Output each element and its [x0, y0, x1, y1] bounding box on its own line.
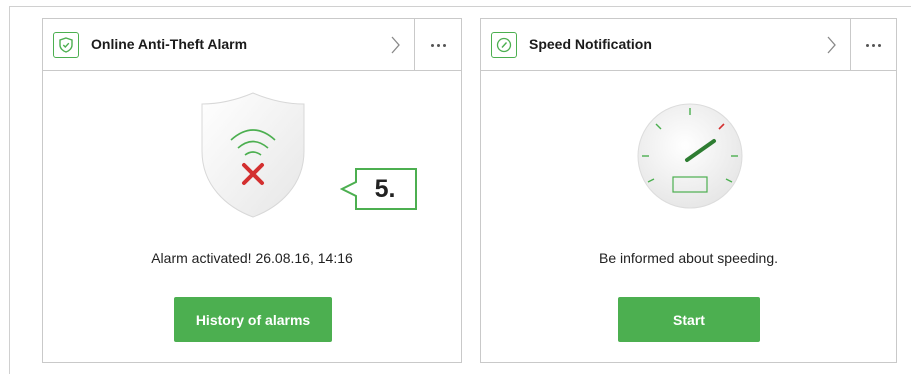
chevron-right-icon[interactable] [385, 34, 405, 56]
speed-notification-card: Speed Notification Be informed about spe… [480, 18, 897, 363]
speedometer-icon [491, 32, 517, 58]
more-dots-icon [865, 43, 881, 47]
speed-status-text: Be informed about speeding. [598, 250, 778, 266]
callout-number: 5. [374, 175, 396, 203]
page-frame-top [9, 6, 911, 7]
card-header: Speed Notification [481, 19, 896, 71]
shield-alarm-icon [201, 92, 305, 218]
alarm-status-text: Alarm activated! 26.08.16, 14:16 [151, 250, 353, 266]
speedometer-gauge-icon [637, 103, 743, 209]
card-title: Speed Notification [529, 36, 652, 52]
history-of-alarms-button[interactable]: History of alarms [174, 297, 332, 342]
start-button[interactable]: Start [618, 297, 760, 342]
page-frame-left [9, 6, 10, 374]
chevron-right-icon[interactable] [821, 34, 841, 56]
card-header: Online Anti-Theft Alarm [43, 19, 461, 71]
more-options-button[interactable] [415, 19, 461, 71]
more-dots-icon [430, 43, 446, 47]
more-options-button[interactable] [850, 19, 896, 71]
card-title: Online Anti-Theft Alarm [91, 36, 248, 52]
shield-check-icon [53, 32, 79, 58]
